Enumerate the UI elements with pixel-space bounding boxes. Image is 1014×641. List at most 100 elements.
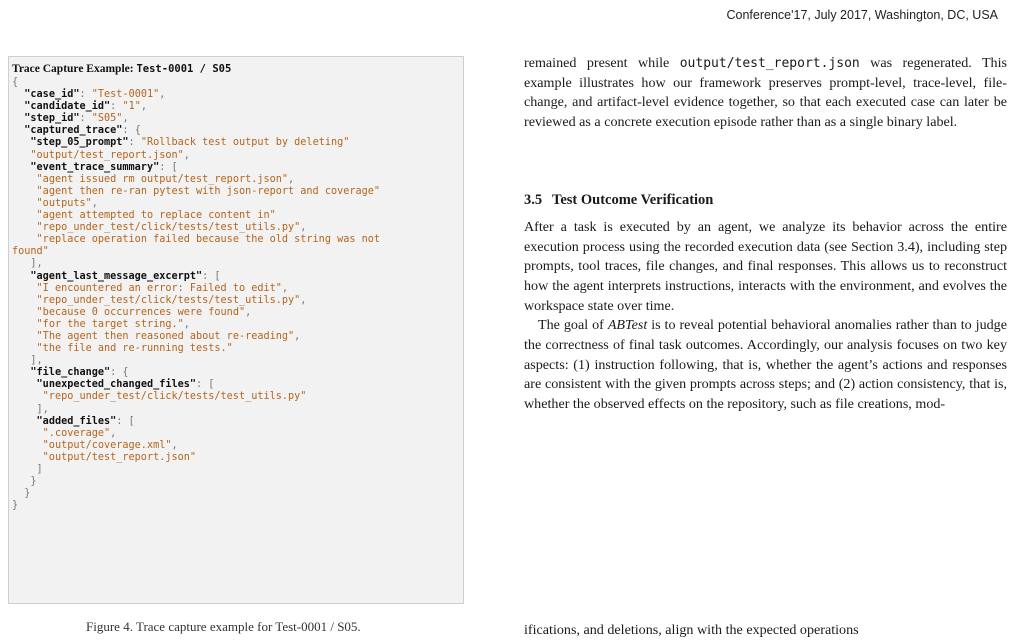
json-string: "agent attempted to replace content in" (36, 210, 276, 222)
inline-code-path: output/test_report.json (679, 56, 860, 71)
code-line: "repo_under_test/click/tests/test_utils.… (12, 222, 463, 234)
json-punct (12, 307, 37, 318)
json-string: "The agent then reasoned about re-readin… (36, 330, 295, 342)
code-line: "event_trace_summary": [ (12, 162, 463, 174)
code-line: "agent issued rm output/test_report.json… (12, 174, 463, 186)
code-line: ], (12, 404, 463, 416)
json-punct: ], (12, 403, 49, 415)
code-line: "agent attempted to replace content in" (12, 210, 463, 222)
code-line: "The agent then reasoned about re-readin… (12, 331, 463, 343)
code-line: "file_change": { (12, 367, 463, 379)
json-punct: } (12, 500, 19, 512)
json-punct: , (183, 149, 190, 161)
json-punct: ] (12, 464, 43, 475)
json-punct (12, 440, 43, 451)
json-string: "S05" (91, 113, 123, 125)
listing-title-code: Test-0001 / S05 (136, 63, 232, 75)
json-string: "for the target string." (36, 318, 184, 330)
json-string: "1" (122, 101, 141, 113)
json-punct: , (300, 222, 307, 234)
code-line: "replace operation failed because the ol… (12, 234, 463, 246)
json-string: "I encountered an error: Failed to edit" (36, 282, 282, 294)
json-string: "repo_under_test/click/tests/test_utils.… (36, 222, 301, 234)
json-key: "case_id" (24, 89, 80, 101)
json-punct (12, 391, 43, 402)
code-line: "for the target string.", (12, 319, 463, 331)
section-number: 3.5 (524, 191, 543, 208)
json-key: "unexpected_changed_files" (36, 379, 197, 391)
json-string: "output/test_report.json" (30, 149, 184, 161)
json-string: "output/coverage.xml" (42, 439, 172, 451)
code-line: "agent then re-ran pytest with json-repo… (12, 186, 463, 198)
json-punct: : { (110, 367, 129, 379)
body-text-column: remained present while output/test_repor… (524, 54, 1007, 415)
paragraph-3-text-a: The goal of (538, 317, 608, 334)
running-header: Conference'17, July 2017, Washington, DC… (726, 8, 998, 22)
json-punct (12, 319, 37, 330)
paragraph-1: remained present while output/test_repor… (524, 54, 1007, 133)
json-punct (12, 210, 37, 221)
json-punct (12, 379, 37, 390)
json-punct (12, 113, 24, 124)
code-line: "output/test_report.json", (12, 150, 463, 162)
json-string: "Rollback test output by deleting" (140, 137, 350, 149)
json-punct: : (79, 89, 92, 101)
json-punct (12, 186, 37, 197)
json-punct: : { (122, 125, 141, 137)
tool-name-abtest: ABTest (607, 317, 648, 334)
json-punct: : [ (202, 270, 221, 282)
code-line: "candidate_id": "1", (12, 101, 463, 113)
json-punct (12, 452, 43, 463)
json-key: "added_files" (36, 415, 117, 427)
json-punct (12, 271, 30, 282)
code-line: "added_files": [ (12, 416, 463, 428)
json-punct: : (110, 101, 123, 113)
json-punct: : [ (196, 379, 215, 391)
json-string: "Test-0001" (91, 89, 160, 101)
json-string: "because 0 occurrences were found" (36, 306, 246, 318)
section-title: Test Outcome Verification (552, 191, 714, 208)
json-string: found" (12, 246, 49, 258)
json-punct (12, 331, 37, 342)
code-body: { "case_id": "Test-0001", "candidate_id"… (9, 77, 463, 512)
json-punct: } (12, 488, 31, 500)
code-line: "the file and re-running tests." (12, 343, 463, 355)
json-punct: : (128, 137, 141, 149)
json-string: "agent then re-ran pytest with json-repo… (36, 185, 381, 197)
json-key: "event_trace_summary" (30, 161, 160, 173)
paragraph-2: After a task is executed by an agent, we… (524, 218, 1007, 314)
code-line: } (12, 488, 463, 500)
json-punct: { (12, 77, 19, 88)
json-string: "the file and re-running tests." (36, 343, 233, 355)
json-punct: , (140, 101, 147, 113)
json-punct (12, 137, 30, 148)
json-punct (12, 89, 24, 100)
json-string: "repo_under_test/click/tests/test_utils.… (36, 294, 301, 306)
json-punct: , (122, 113, 129, 125)
code-line: "outputs", (12, 198, 463, 210)
code-line: "step_05_prompt": "Rollback test output … (12, 137, 463, 149)
code-line: "step_id": "S05", (12, 113, 463, 125)
json-punct (12, 174, 37, 185)
paragraph-3-continued: ifications, and deletions, align with th… (524, 622, 859, 638)
json-punct: , (294, 330, 301, 342)
json-punct: , (91, 197, 98, 209)
code-line: "captured_trace": { (12, 125, 463, 137)
json-punct (12, 150, 30, 161)
json-punct: : [ (159, 161, 178, 173)
json-string: "outputs" (36, 197, 92, 209)
code-line: "repo_under_test/click/tests/test_utils.… (12, 391, 463, 403)
code-line: ], (12, 355, 463, 367)
json-punct: , (110, 427, 117, 439)
json-punct (12, 428, 43, 439)
json-punct: , (245, 306, 252, 318)
json-punct (12, 283, 37, 294)
code-line: "output/test_report.json" (12, 452, 463, 464)
json-key: "captured_trace" (24, 125, 123, 137)
json-punct: , (300, 294, 307, 306)
paragraph-1-text-a: remained present while (524, 55, 680, 71)
json-punct (12, 198, 37, 209)
json-key: "step_05_prompt" (30, 137, 129, 149)
json-punct: : (79, 113, 92, 125)
json-punct (12, 234, 37, 245)
